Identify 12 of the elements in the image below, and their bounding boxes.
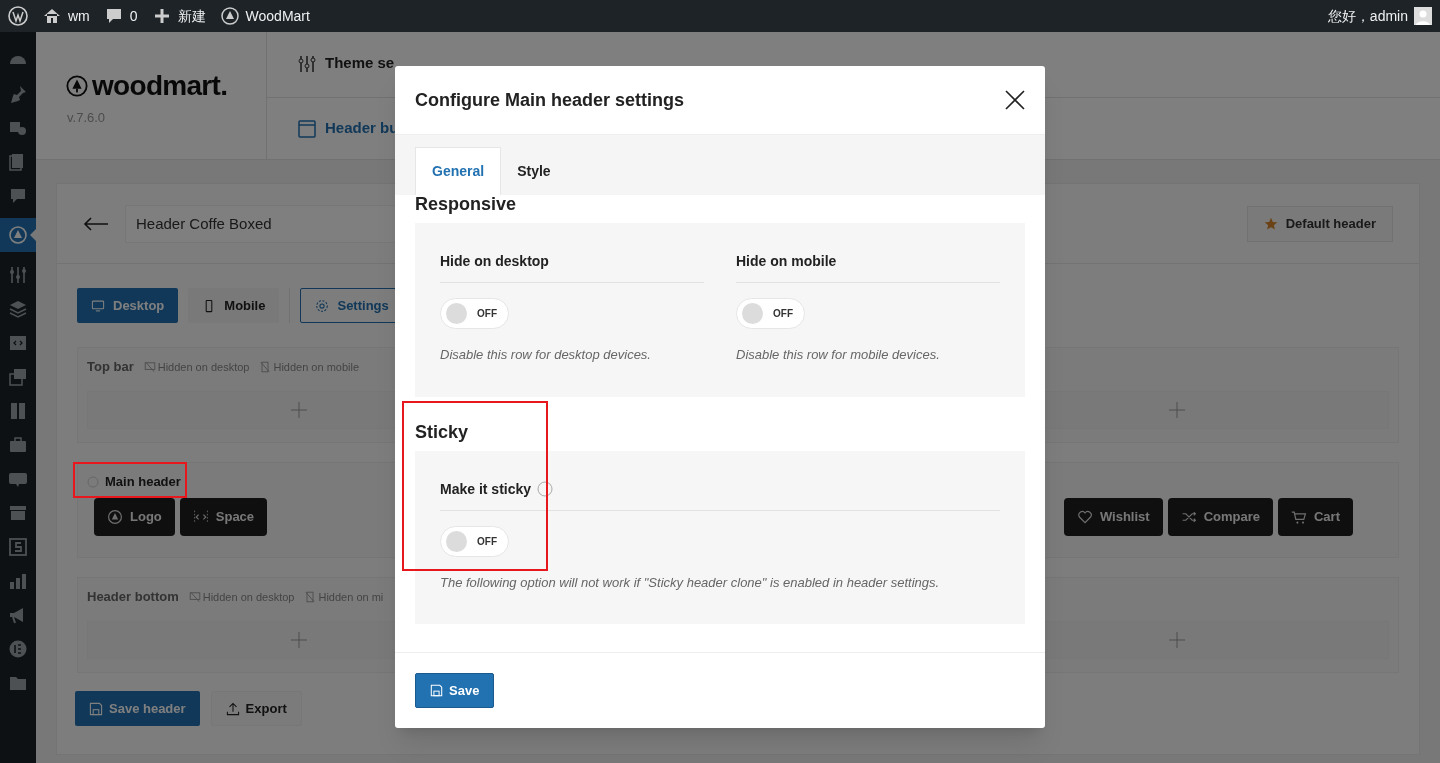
field-label: Make it sticky [440,479,532,499]
row-title: Header bottom [87,588,179,607]
help-text: Disable this row for desktop devices. [440,346,652,364]
brand-logo: woodmart. [92,72,228,100]
help-text: Disable this row for mobile devices. [736,346,941,364]
row-title: Top bar [87,358,134,377]
field-label: Hide on desktop [440,252,549,271]
help-text: The following option will not work if "Sticky header clone" is enabled in header settings. [440,573,941,592]
field-label: Hide on mobile [736,252,837,271]
dialog-title: Configure Main header settings [415,88,685,112]
section-heading: Sticky [415,420,470,443]
row-title: Main header [105,473,181,492]
